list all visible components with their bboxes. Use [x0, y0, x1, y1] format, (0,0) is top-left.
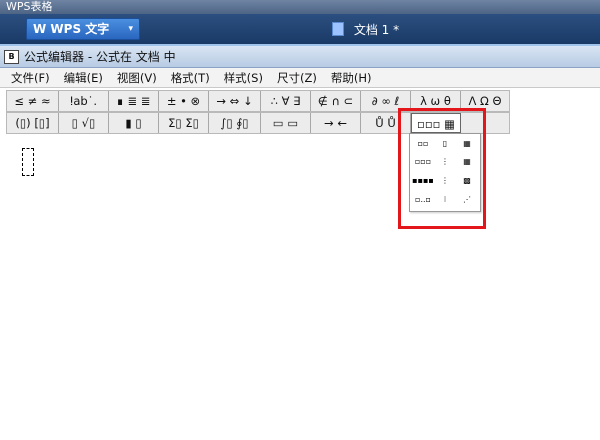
arrows-palette[interactable]: → ⇔ ↓: [209, 91, 261, 111]
menu-format[interactable]: 格式(T): [164, 68, 217, 88]
equation-canvas[interactable]: [6, 134, 600, 440]
wps-app-bar: W WPS 文字 ▾ 文档 1 *: [0, 14, 600, 44]
menu-size[interactable]: 尺寸(Z): [270, 68, 324, 88]
document-tab-label: 文档 1 *: [353, 23, 400, 37]
menu-bar: 文件(F) 编辑(E) 视图(V) 格式(T) 样式(S) 尺寸(Z) 帮助(H…: [0, 68, 600, 88]
document-icon: [332, 22, 344, 36]
set-theory-palette[interactable]: ∉ ∩ ⊂: [311, 91, 361, 111]
chevron-down-icon: ▾: [128, 24, 133, 34]
summations-palette[interactable]: Σ▯ Σ▯: [159, 113, 209, 133]
labeled-arrows-palette[interactable]: → ←: [311, 113, 361, 133]
fractions-radicals-palette[interactable]: ▯ √▯: [59, 113, 109, 133]
menu-edit[interactable]: 编辑(E): [57, 68, 110, 88]
embellishments-palette[interactable]: ∎ ≣ ≣: [109, 91, 159, 111]
logical-palette[interactable]: ∴ ∀ ∃: [261, 91, 311, 111]
equation-editor-titlebar: B 公式编辑器 - 公式在 文档 中: [0, 46, 600, 68]
annotation-highlight-box: [398, 108, 486, 229]
outer-window-title: WPS表格: [0, 0, 600, 14]
equation-editor-app-icon[interactable]: B: [4, 50, 19, 64]
fences-palette[interactable]: (▯) [▯]: [7, 113, 59, 133]
menu-style[interactable]: 样式(S): [217, 68, 270, 88]
spaces-ellipses-palette[interactable]: ⵑab˙.: [59, 91, 109, 111]
underbar-overbar-palette[interactable]: ▭ ▭: [261, 113, 311, 133]
subscript-superscript-palette[interactable]: ▮ ▯: [109, 113, 159, 133]
relations-palette[interactable]: ≤ ≠ ≈: [7, 91, 59, 111]
menu-file[interactable]: 文件(F): [4, 68, 57, 88]
wps-writer-menu-button[interactable]: W WPS 文字 ▾: [26, 18, 140, 40]
empty-input-slot[interactable]: [22, 148, 34, 176]
operators-palette[interactable]: ± • ⊗: [159, 91, 209, 111]
menu-view[interactable]: 视图(V): [110, 68, 164, 88]
wps-app-button-label: W WPS 文字: [33, 22, 110, 36]
menu-help[interactable]: 帮助(H): [324, 68, 379, 88]
integrals-palette[interactable]: ∫▯ ∮▯: [209, 113, 261, 133]
equation-editor-title: 公式编辑器 - 公式在 文档 中: [24, 50, 176, 64]
document-tab[interactable]: 文档 1 *: [332, 20, 399, 40]
